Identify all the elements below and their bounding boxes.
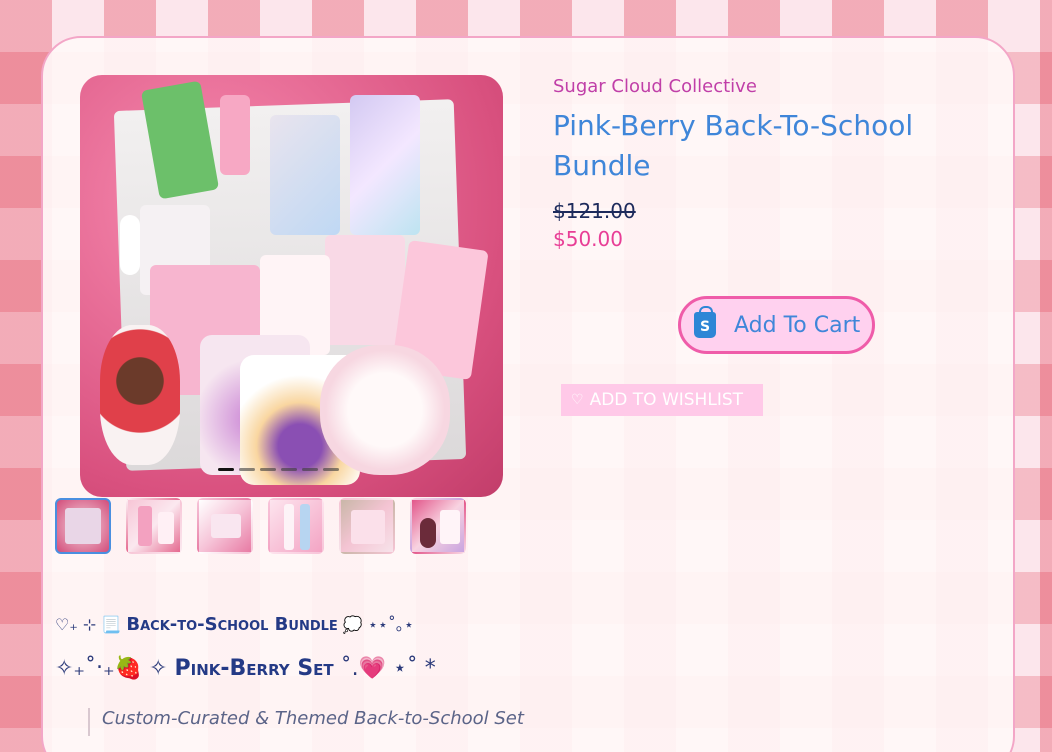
add-to-cart-button[interactable]: S Add To Cart (678, 296, 875, 354)
heart-icon: ♡ (571, 392, 584, 408)
thumbnail[interactable] (268, 498, 324, 554)
heading-2-title: Pink-Berry Set (174, 656, 334, 681)
thumbnail[interactable] (55, 498, 111, 554)
sale-price: $50.00 (553, 227, 623, 251)
gallery-dots (218, 468, 339, 471)
heading-1-prefix: ♡₊ ⊹ 📃 (55, 615, 122, 634)
gallery-dot[interactable] (281, 468, 297, 471)
gallery-dot[interactable] (302, 468, 318, 471)
bookmark-item (220, 95, 250, 175)
shopify-bag-icon: S (694, 306, 716, 338)
cupcake-compact-item (320, 345, 450, 475)
vendor-name[interactable]: Sugar Cloud Collective (553, 76, 757, 97)
gallery-dot[interactable] (239, 468, 255, 471)
thumbnail[interactable] (197, 498, 253, 554)
description-heading-2: ✧₊˚‧₊🍓 ✧ Pink-Berry Set ˚.💗 ⋆˚ * (55, 656, 436, 681)
add-to-wishlist-button[interactable]: ♡ ADD TO WISHLIST (561, 384, 763, 416)
sticker-sheet-item (325, 235, 405, 345)
thumbnail[interactable] (126, 498, 182, 554)
gallery-dot[interactable] (323, 468, 339, 471)
heading-1-suffix: 💭 ⋆⋆˚｡⋆ (342, 615, 414, 634)
pen-item (120, 215, 140, 275)
product-main-image[interactable]: › (80, 75, 503, 497)
doll-sticker-item (100, 325, 180, 465)
product-title: Pink-Berry Back-To-School Bundle (553, 109, 914, 182)
thumbnail[interactable] (339, 498, 395, 554)
gallery-dot[interactable] (218, 468, 234, 471)
heading-2-prefix: ✧₊˚‧₊🍓 ✧ (55, 656, 168, 681)
compare-at-price: $121.00 (553, 199, 636, 223)
add-to-cart-label: Add To Cart (734, 312, 861, 338)
thumbnail[interactable] (410, 498, 466, 554)
holographic-pouch-item (350, 95, 420, 235)
gallery-dot[interactable] (260, 468, 276, 471)
description-heading-1: ♡₊ ⊹ 📃 Back-to-School Bundle 💭 ⋆⋆˚｡⋆ (55, 611, 414, 635)
heading-2-suffix: ˚.💗 ⋆˚ * (340, 656, 436, 681)
pencil-pack-item (270, 115, 340, 235)
description-quote: Custom-Curated & Themed Back-to-School S… (88, 708, 524, 736)
heading-1-title: Back-to-School Bundle (126, 614, 338, 635)
add-to-wishlist-label: ADD TO WISHLIST (589, 390, 744, 410)
thumbnail-strip (55, 498, 466, 554)
